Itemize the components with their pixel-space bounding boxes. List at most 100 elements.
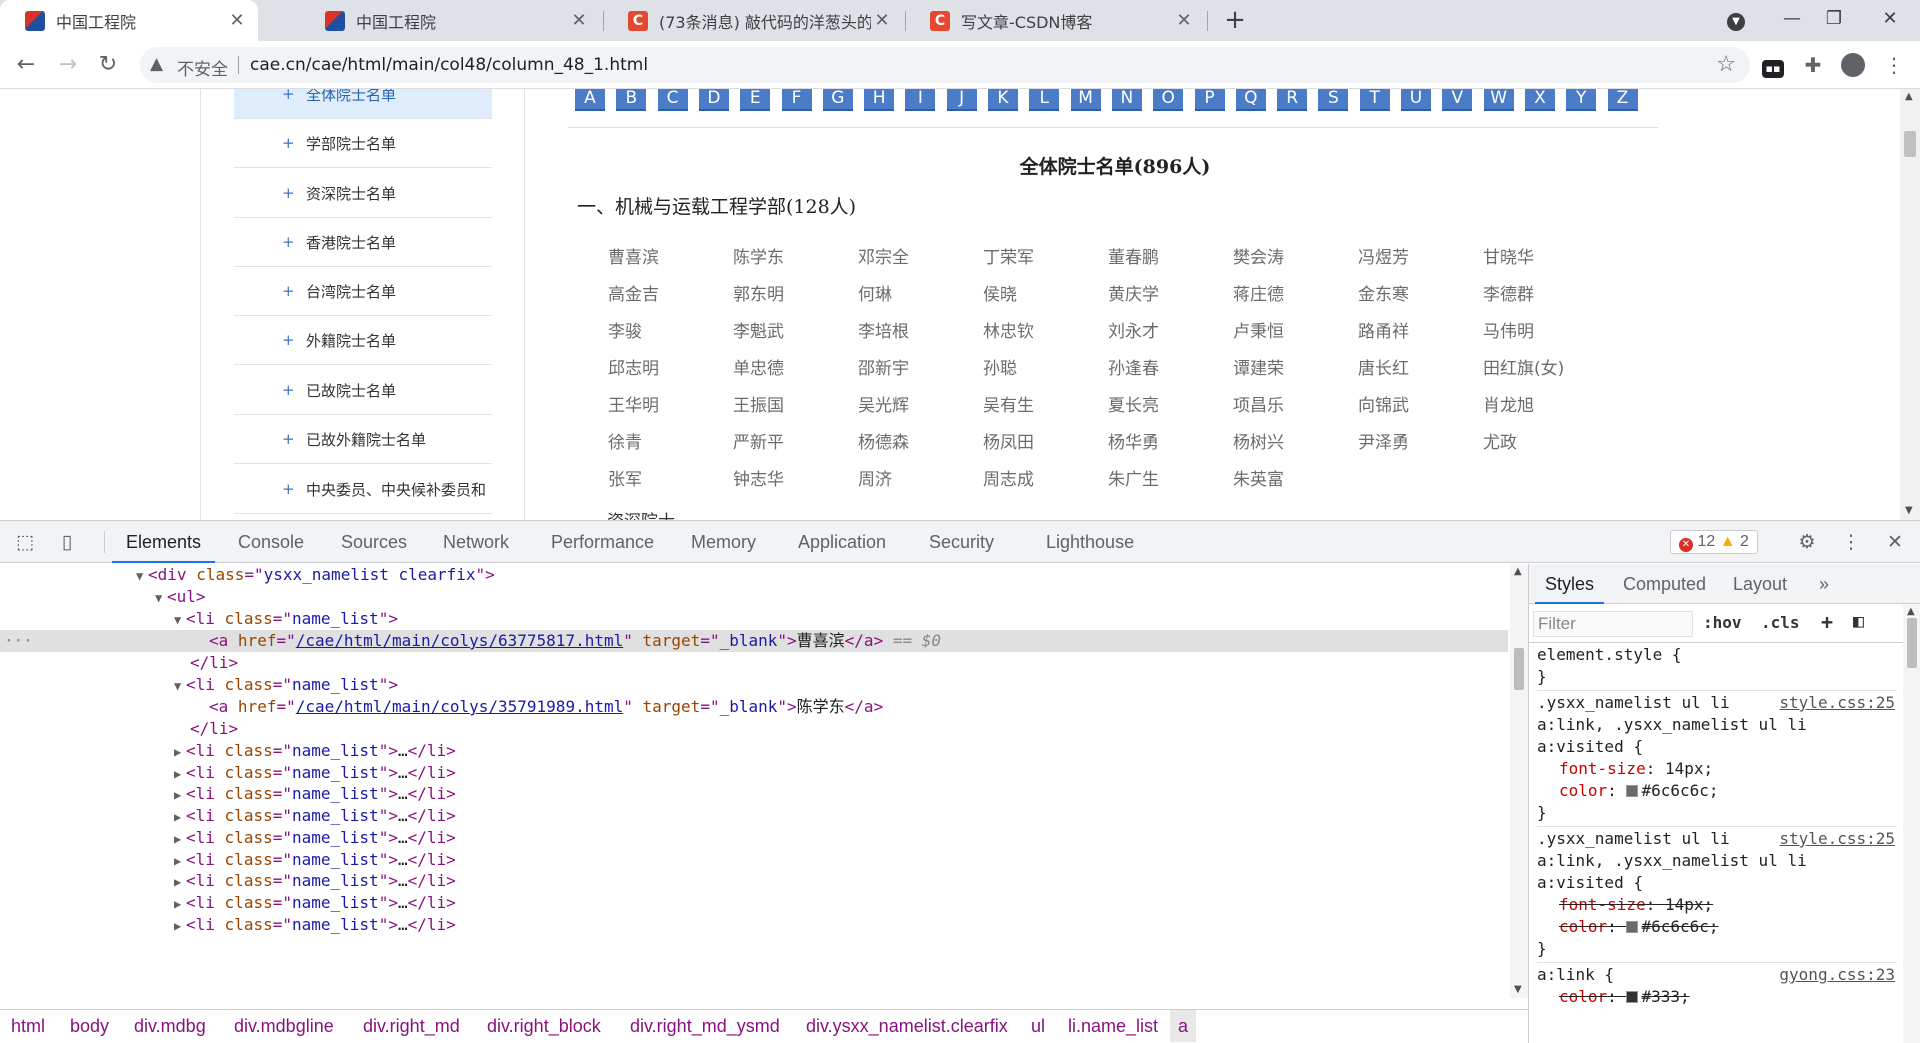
dom-node-li[interactable]: ▼ <li class="name_list"> (0, 674, 1508, 696)
breadcrumb-item[interactable]: a (1170, 1010, 1197, 1042)
alphabet-letter-button[interactable]: B (616, 89, 647, 111)
close-icon[interactable]: ✕ (226, 10, 248, 32)
scroll-up-arrow-icon[interactable]: ▲ (1907, 606, 1915, 617)
alphabet-letter-button[interactable]: D (698, 89, 729, 111)
academician-name-link[interactable]: 刘永才 (1108, 317, 1159, 342)
collapse-triangle-icon[interactable]: ▶ (174, 915, 186, 937)
alphabet-letter-button[interactable]: E (740, 89, 771, 111)
tab-security[interactable]: Security (915, 521, 1008, 563)
alphabet-letter-button[interactable]: Q (1235, 89, 1266, 111)
security-label[interactable]: 不安全 (177, 55, 228, 80)
academician-name-link[interactable]: 丁荣军 (983, 243, 1034, 268)
menu-kebab-icon[interactable]: ⋮ (1878, 49, 1910, 81)
breadcrumb-item[interactable]: div.mdbg (134, 1010, 206, 1042)
academician-name-link[interactable]: 吴有生 (983, 391, 1034, 416)
url-text[interactable]: cae.cn/cae/html/main/col48/column_48_1.h… (250, 55, 648, 75)
academician-name-link[interactable]: 李骏 (608, 317, 642, 342)
academician-name-link[interactable]: 谭建荣 (1233, 354, 1284, 379)
expand-triangle-icon[interactable]: ▼ (136, 565, 148, 587)
academician-name-link[interactable]: 金东寒 (1358, 280, 1409, 305)
rule3-color-overridden[interactable]: color: #333; (1559, 986, 1690, 1008)
dom-node-li-collapsed[interactable]: ▶ <li class="name_list">…</li> (0, 762, 1508, 784)
academician-name-link[interactable]: 张军 (608, 465, 642, 490)
rule2-source-link[interactable]: style.css:25 (1779, 828, 1895, 850)
color-swatch[interactable] (1626, 921, 1639, 933)
styles-scrollbar[interactable]: ▲ (1903, 604, 1920, 1043)
academician-name-link[interactable]: 王振国 (733, 391, 784, 416)
address-bar[interactable]: ▲ 不安全 cae.cn/cae/html/main/col48/column_… (140, 47, 1750, 83)
tab-console[interactable]: Console (224, 521, 318, 563)
rule2-font-size-overridden[interactable]: font-size: 14px; (1559, 894, 1713, 916)
scroll-down-arrow-icon[interactable]: ▼ (1905, 505, 1913, 516)
close-devtools-icon[interactable]: ✕ (1882, 530, 1908, 554)
academician-name-link[interactable]: 李培根 (858, 317, 909, 342)
forward-arrow-icon[interactable]: → (52, 49, 84, 81)
academician-name-link[interactable]: 杨华勇 (1108, 428, 1159, 453)
academician-name-link[interactable]: 唐长红 (1358, 354, 1409, 379)
scroll-down-arrow-icon[interactable]: ▼ (1514, 984, 1522, 995)
breadcrumb-item[interactable]: ul (1031, 1010, 1045, 1042)
alphabet-letter-button[interactable]: K (988, 89, 1018, 111)
page-scrollbar[interactable]: ▲ ▼ (1900, 89, 1920, 520)
alphabet-letter-button[interactable]: G (822, 89, 853, 111)
academician-name-link[interactable]: 吴光辉 (858, 391, 909, 416)
scroll-thumb[interactable] (1907, 618, 1917, 668)
academician-name-link[interactable]: 孙聪 (983, 354, 1017, 379)
dom-node-li-collapsed[interactable]: ▶ <li class="name_list">…</li> (0, 870, 1508, 892)
alphabet-letter-button[interactable]: S (1318, 89, 1349, 111)
window-close-icon[interactable]: ✕ (1862, 0, 1918, 41)
sidebar-item-hongkong[interactable]: + 香港院士名单 (234, 218, 492, 267)
close-icon[interactable]: ✕ (871, 10, 893, 32)
alphabet-letter-button[interactable]: A (575, 89, 605, 111)
rule2-color-overridden[interactable]: color: #6c6c6c; (1559, 916, 1719, 938)
rule1-source-link[interactable]: style.css:25 (1779, 692, 1895, 714)
alphabet-letter-button[interactable]: J (946, 89, 977, 111)
academician-name-link[interactable]: 王华明 (608, 391, 659, 416)
issue-counter[interactable]: ✕ 12 ▲ 2 (1670, 530, 1758, 554)
tab-network[interactable]: Network (429, 521, 523, 563)
academician-name-link[interactable]: 董春鹏 (1108, 243, 1159, 268)
tab-elements[interactable]: Elements (112, 521, 216, 563)
breadcrumb-item[interactable]: div.mdbgline (234, 1010, 334, 1042)
dom-node-li-collapsed[interactable]: ▶ <li class="name_list">…</li> (0, 783, 1508, 805)
academician-name-link[interactable]: 周志成 (983, 465, 1034, 490)
expand-triangle-icon[interactable]: ▼ (155, 587, 167, 609)
warning-triangle-icon[interactable]: ▲ (150, 54, 163, 74)
sidebar-item-deceased-foreign[interactable]: + 已故外籍院士名单 (234, 415, 492, 464)
expand-triangle-icon[interactable]: ▼ (174, 675, 186, 697)
inspect-element-icon[interactable]: ⬚ (12, 530, 38, 554)
alphabet-letter-button[interactable]: Z (1607, 89, 1638, 111)
dom-node-li-collapsed[interactable]: ▶ <li class="name_list">…</li> (0, 914, 1508, 936)
sidebar-item-taiwan[interactable]: + 台湾院士名单 (234, 267, 492, 316)
scroll-thumb[interactable] (1904, 131, 1916, 157)
academician-name-link[interactable]: 项昌乐 (1233, 391, 1284, 416)
academician-name-link[interactable]: 侯晓 (983, 280, 1017, 305)
scroll-thumb[interactable] (1514, 648, 1524, 690)
academician-name-link[interactable]: 杨德森 (858, 428, 909, 453)
href-link[interactable]: /cae/html/main/colys/63775817.html (296, 631, 624, 650)
academician-name-link[interactable]: 朱英富 (1233, 465, 1284, 490)
more-options-icon[interactable]: ⋮ (1838, 530, 1864, 554)
academician-name-link[interactable]: 路甬祥 (1358, 317, 1409, 342)
alphabet-letter-button[interactable]: N (1111, 89, 1142, 111)
academician-name-link[interactable]: 樊会涛 (1233, 243, 1284, 268)
collapse-triangle-icon[interactable]: ▶ (174, 741, 186, 763)
breadcrumb-item[interactable]: div.right_md_ysmd (630, 1010, 780, 1042)
academician-name-link[interactable]: 黄庆学 (1108, 280, 1159, 305)
academician-name-link[interactable]: 钟志华 (733, 465, 784, 490)
tab-cae-active[interactable]: 中国工程院 ✕ (0, 0, 258, 41)
sidebar-item-senior[interactable]: + 资深院士名单 (234, 169, 492, 218)
academician-name-link[interactable]: 杨凤田 (983, 428, 1034, 453)
expand-triangle-icon[interactable]: ▼ (174, 609, 186, 631)
rule2-selector[interactable]: .ysxx_namelist ul li style.css:25 (1537, 828, 1897, 850)
alphabet-letter-button[interactable]: W (1483, 89, 1514, 111)
collapse-triangle-icon[interactable]: ▶ (174, 806, 186, 828)
dom-node-li-close[interactable]: </li> (0, 652, 1508, 674)
academician-name-link[interactable]: 冯煜芳 (1358, 243, 1409, 268)
academician-name-link[interactable]: 徐青 (608, 428, 642, 453)
sidebar-item-all[interactable]: + 全体院士名单 (234, 89, 492, 119)
academician-name-link[interactable]: 马伟明 (1483, 317, 1534, 342)
alphabet-letter-button[interactable]: T (1359, 89, 1390, 111)
breadcrumb-item[interactable]: li.name_list (1068, 1010, 1158, 1042)
dom-node-li-collapsed[interactable]: ▶ <li class="name_list">…</li> (0, 849, 1508, 871)
